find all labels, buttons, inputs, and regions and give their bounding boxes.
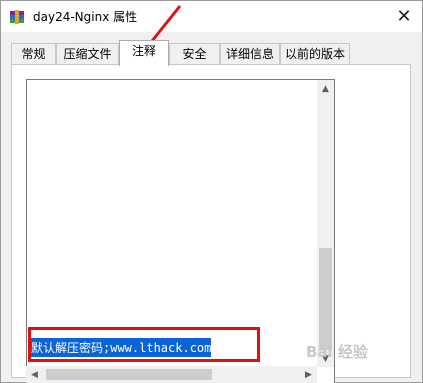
tab-comment[interactable]: 注释 [119,40,169,66]
close-button[interactable]: ✕ [386,1,422,32]
watermark: Bai 经验 [306,343,368,361]
scroll-right-icon[interactable]: ▶ [300,366,317,383]
tab-archive[interactable]: 压缩文件 [56,43,119,64]
archive-icon [10,10,24,24]
comment-text[interactable]: 默认解压密码;www.lthack.com [31,338,212,357]
tab-details[interactable]: 详细信息 [220,43,280,64]
scroll-left-icon[interactable]: ◀ [26,366,43,383]
comment-textbox[interactable]: 默认解压密码;www.lthack.com [26,79,335,383]
close-icon: ✕ [396,6,412,27]
tab-security[interactable]: 安全 [169,43,220,64]
horizontal-scrollbar[interactable]: ◀ ▶ [26,366,317,383]
horizontal-scroll-thumb[interactable] [46,369,212,380]
tab-previous-versions[interactable]: 以前的版本 [280,43,350,64]
tab-general[interactable]: 常规 [11,43,56,64]
scroll-up-icon[interactable]: ▲ [317,80,334,97]
vertical-scrollbar[interactable]: ▲ ▼ [317,80,334,367]
vertical-scroll-thumb[interactable] [319,248,332,350]
title-bar[interactable]: day24-Nginx 属性 ✕ [1,1,422,32]
window-title: day24-Nginx 属性 [33,10,138,24]
